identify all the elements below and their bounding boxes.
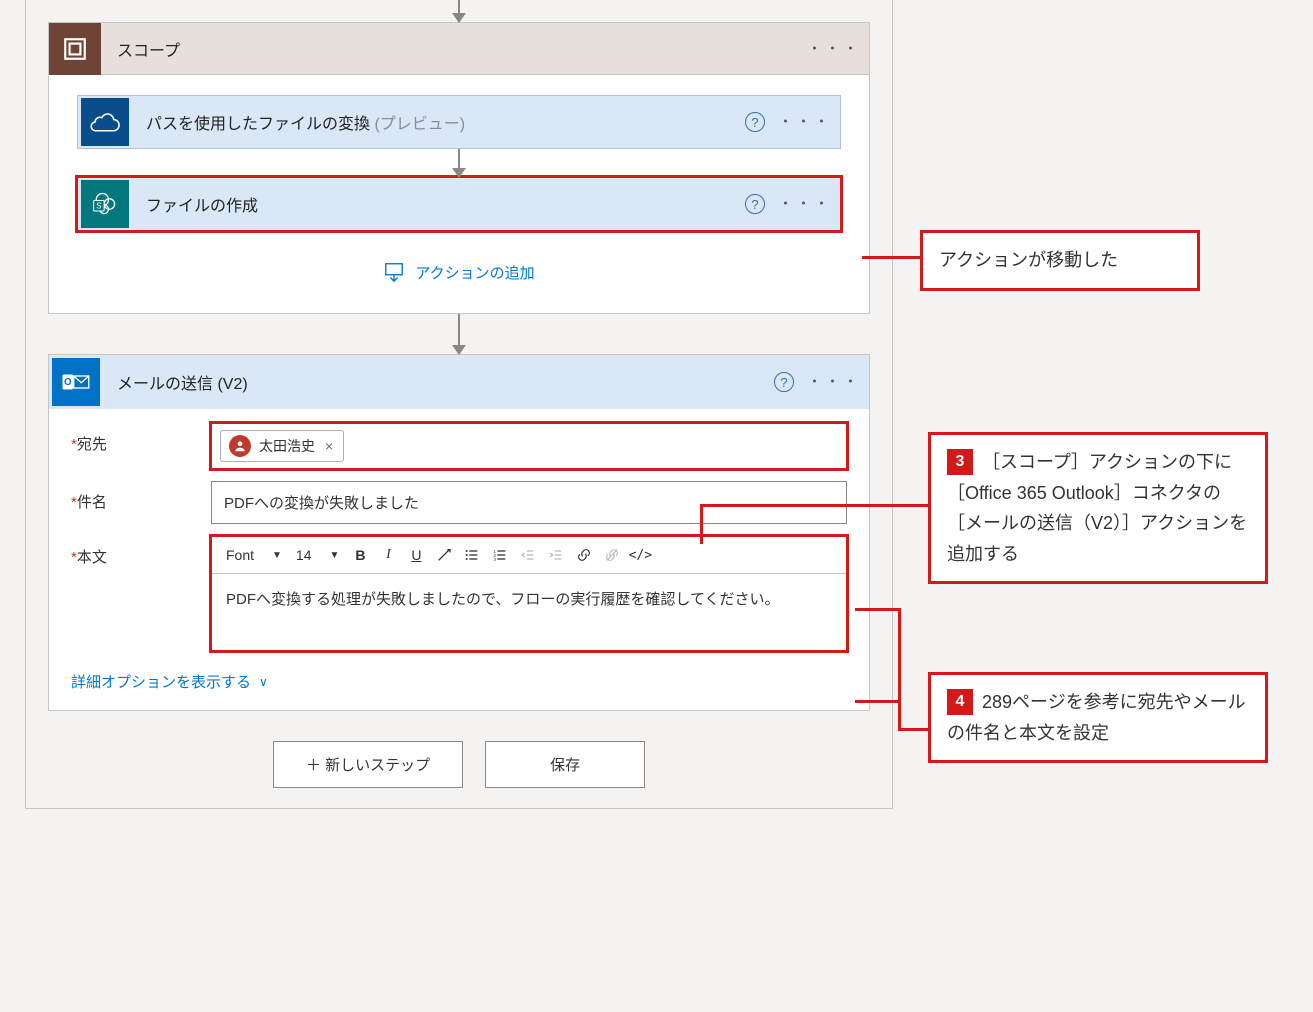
scope-header[interactable]: スコープ ･ ･ ･ xyxy=(49,23,869,75)
email-body: *宛先 太田浩史 × *件名 xyxy=(49,409,869,710)
bold-button[interactable]: B xyxy=(347,543,373,567)
save-button[interactable]: 保存 xyxy=(485,741,645,788)
callout-connector xyxy=(898,608,901,730)
avatar-icon xyxy=(229,435,251,457)
action-title: パスを使用したファイルの変換 (プレビュー) xyxy=(132,110,745,134)
callout-connector xyxy=(700,504,930,507)
to-field[interactable]: 太田浩史 × xyxy=(211,423,847,469)
show-advanced-link[interactable]: 詳細オプションを表示する∨ xyxy=(71,671,268,692)
size-select[interactable]: 14▼ xyxy=(290,545,345,565)
help-icon[interactable]: ? xyxy=(774,372,794,392)
more-icon[interactable]: ･ ･ ･ xyxy=(781,113,828,131)
action-create-file[interactable]: S ファイルの作成 ? ･ ･ ･ xyxy=(77,177,841,231)
add-action-label: アクションの追加 xyxy=(415,262,534,283)
body-editor[interactable]: Font▼ 14▼ B I U 123 xyxy=(211,536,847,651)
person-pill[interactable]: 太田浩史 × xyxy=(220,430,344,462)
onedrive-icon xyxy=(81,98,129,146)
callout-step4: 4 289ページを参考に宛先やメールの件名と本文を設定 xyxy=(928,672,1268,763)
remove-person-icon[interactable]: × xyxy=(323,438,335,454)
action-title: ファイルの作成 xyxy=(132,192,745,216)
svg-text:3: 3 xyxy=(494,557,497,562)
callout-connector xyxy=(862,256,922,259)
flow-canvas: スコープ ･ ･ ･ パスを使用したファイルの変換 (プレビュー) ? ･ ･ … xyxy=(25,0,893,809)
indent-button[interactable] xyxy=(543,543,569,567)
preview-tag: (プレビュー) xyxy=(370,116,465,133)
flow-arrow xyxy=(458,314,460,354)
callout-text: 289ページを参考に宛先やメールの件名と本文を設定 xyxy=(947,692,1246,743)
callout-text: アクションが移動した xyxy=(939,250,1118,270)
email-header[interactable]: O メールの送信 (V2) ? ･ ･ ･ xyxy=(49,355,869,409)
footer: ＋ 新しいステップ 保存 xyxy=(26,741,892,788)
bullet-list-button[interactable] xyxy=(459,543,485,567)
scope-title: スコープ xyxy=(101,37,810,61)
callout-connector xyxy=(700,504,703,544)
callout-connector xyxy=(855,700,901,703)
sharepoint-icon: S xyxy=(81,180,129,228)
subject-input[interactable]: PDFへの変換が失敗しました xyxy=(211,481,847,524)
scope-icon xyxy=(49,23,101,75)
email-title: メールの送信 (V2) xyxy=(103,370,774,394)
outlook-icon: O xyxy=(52,358,100,406)
label-body: *本文 xyxy=(71,536,211,567)
help-icon[interactable]: ? xyxy=(745,194,765,214)
body-text[interactable]: PDFへ変換する処理が失敗しましたので、フローの実行履歴を確認してください。 xyxy=(212,574,846,650)
add-action-icon xyxy=(383,261,405,283)
step-number: 3 xyxy=(947,449,973,475)
outdent-button[interactable] xyxy=(515,543,541,567)
svg-text:O: O xyxy=(64,377,72,388)
scope-action[interactable]: スコープ ･ ･ ･ パスを使用したファイルの変換 (プレビュー) ? ･ ･ … xyxy=(48,22,870,314)
editor-toolbar: Font▼ 14▼ B I U 123 xyxy=(212,537,846,574)
help-icon[interactable]: ? xyxy=(745,112,765,132)
chevron-down-icon: ∨ xyxy=(259,675,268,689)
callout-moved: アクションが移動した xyxy=(920,230,1200,291)
label-subject: *件名 xyxy=(71,481,211,512)
action-title-text: パスを使用したファイルの変換 xyxy=(146,116,370,133)
callout-connector xyxy=(855,608,901,611)
unlink-button[interactable] xyxy=(599,543,625,567)
more-icon[interactable]: ･ ･ ･ xyxy=(781,195,828,213)
more-icon[interactable]: ･ ･ ･ xyxy=(810,40,857,58)
add-action-link[interactable]: アクションの追加 xyxy=(77,261,841,283)
action-convert-file[interactable]: パスを使用したファイルの変換 (プレビュー) ? ･ ･ ･ xyxy=(77,95,841,149)
callout-step3: 3 ［スコープ］アクションの下に［Office 365 Outlook］コネクタ… xyxy=(928,432,1268,584)
italic-button[interactable]: I xyxy=(375,543,401,567)
callout-text: ［スコープ］アクションの下に［Office 365 Outlook］コネクタの［… xyxy=(947,452,1247,564)
code-view-button[interactable]: </> xyxy=(627,543,653,567)
svg-text:S: S xyxy=(96,201,101,210)
link-button[interactable] xyxy=(571,543,597,567)
clear-format-button[interactable] xyxy=(431,543,457,567)
scope-body: パスを使用したファイルの変換 (プレビュー) ? ･ ･ ･ S ファイルの作成… xyxy=(49,75,869,313)
step-number: 4 xyxy=(947,689,973,715)
more-icon[interactable]: ･ ･ ･ xyxy=(810,373,857,391)
number-list-button[interactable]: 123 xyxy=(487,543,513,567)
label-to: *宛先 xyxy=(71,423,211,454)
font-select[interactable]: Font▼ xyxy=(220,545,288,565)
callout-connector xyxy=(898,728,932,731)
new-step-button[interactable]: ＋ 新しいステップ xyxy=(273,741,463,788)
person-name: 太田浩史 xyxy=(259,436,315,456)
flow-arrow xyxy=(458,0,460,22)
action-send-email[interactable]: O メールの送信 (V2) ? ･ ･ ･ *宛先 太田浩史 xyxy=(48,354,870,711)
underline-button[interactable]: U xyxy=(403,543,429,567)
flow-arrow xyxy=(458,149,460,177)
